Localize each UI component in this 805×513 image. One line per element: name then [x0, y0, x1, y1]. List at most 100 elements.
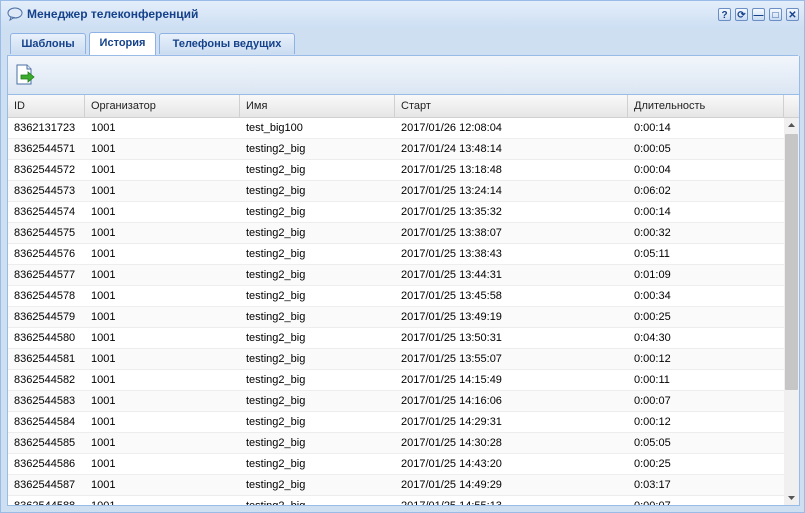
maximize-button[interactable]: □ — [769, 8, 782, 21]
cell-name: testing2_big — [246, 332, 306, 344]
cell-duration: 0:00:14 — [634, 206, 671, 218]
table-row[interactable]: 8362131723 1001 test_big100 2017/01/26 12:0… — [8, 118, 784, 139]
cell-organizer: 1001 — [91, 332, 116, 344]
table-row[interactable]: 8362544571 1001 testing2_big 2017/01/24 13:… — [8, 139, 784, 160]
cell-name: testing2_big — [246, 479, 306, 491]
table-row[interactable]: 8362544584 1001 testing2_big 2017/01/25 14:… — [8, 412, 784, 433]
cell-organizer: 1001 — [91, 479, 116, 491]
cell-id: 8362544581 — [14, 353, 76, 365]
column-header-duration[interactable]: Длительность — [628, 95, 784, 117]
refresh-button[interactable]: ⟳ — [735, 8, 748, 21]
cell-duration: 0:00:25 — [634, 311, 671, 323]
cell-duration: 0:00:12 — [634, 353, 671, 365]
table-row[interactable]: 8362544585 1001 testing2_big 2017/01/25 14:… — [8, 433, 784, 454]
cell-organizer: 1001 — [91, 290, 116, 302]
column-header-name[interactable]: Имя — [240, 95, 395, 117]
cell-name: testing2_big — [240, 496, 395, 505]
tab-templates[interactable]: Шаблоны — [10, 33, 86, 54]
cell-name: testing2_big — [246, 269, 306, 281]
table-row[interactable]: 8362544578 1001 testing2_big 2017/01/25 13:… — [8, 286, 784, 307]
cell-duration: 0:00:25 — [634, 458, 671, 470]
table-row[interactable]: 8362544587 1001 testing2_big 2017/01/25 14:… — [8, 475, 784, 496]
table-row[interactable]: 8362544577 1001 testing2_big 2017/01/25 13:… — [8, 265, 784, 286]
cell-name: testing2_big — [246, 395, 306, 407]
cell-organizer: 1001 — [91, 122, 116, 134]
cell-id: 8362544580 — [14, 332, 76, 344]
cell-duration: 0:00:14 — [634, 122, 671, 134]
table-row[interactable]: 8362544575 1001 testing2_big 2017/01/25 13:… — [8, 223, 784, 244]
cell-duration: 0:05:05 — [634, 437, 671, 449]
column-header-organizer[interactable]: Организатор — [85, 95, 240, 117]
cell-organizer: 1001 — [91, 269, 116, 281]
cell-duration: 0:00:11 — [634, 374, 670, 386]
toolbar — [8, 56, 799, 95]
cell-organizer: 1001 — [91, 458, 116, 470]
table-row[interactable]: 8362544580 1001 testing2_big 2017/01/25 13:… — [8, 328, 784, 349]
cell-name: testing2_big — [246, 437, 306, 449]
cell-start: 2017/01/25 14:43:20 — [401, 458, 502, 470]
table-row[interactable]: 83625445881001testing2_big2017/01/25 14:… — [8, 496, 784, 505]
cell-start: 2017/01/25 13:38:43 — [401, 248, 502, 260]
cell-name: testing2_big — [246, 143, 306, 155]
cell-id: 8362544578 — [14, 290, 76, 302]
table-row[interactable]: 8362544573 1001 testing2_big 2017/01/25 13:… — [8, 181, 784, 202]
cell-name: testing2_big — [246, 185, 306, 197]
column-header-id[interactable]: ID — [8, 95, 85, 117]
cell-start: 2017/01/25 13:44:31 — [401, 269, 502, 281]
close-button[interactable]: ✕ — [786, 8, 799, 21]
table-row[interactable]: 8362544574 1001 testing2_big 2017/01/25 13:… — [8, 202, 784, 223]
cell-start: 2017/01/25 14:29:31 — [401, 416, 502, 428]
table-row[interactable]: 8362544576 1001 testing2_big 2017/01/25 13:… — [8, 244, 784, 265]
cell-duration: 0:06:02 — [634, 185, 671, 197]
cell-name: testing2_big — [246, 164, 306, 176]
cell-name: testing2_big — [246, 311, 306, 323]
tab-strip: Шаблоны История Телефоны ведущих — [7, 30, 798, 56]
cell-start: 2017/01/25 14:49:29 — [401, 479, 502, 491]
cell-start: 2017/01/25 13:24:14 — [401, 185, 502, 197]
cell-name: test_big100 — [246, 122, 303, 134]
cell-id: 8362544586 — [14, 458, 76, 470]
cell-start: 2017/01/25 13:50:31 — [401, 332, 502, 344]
scroll-up-arrow-icon[interactable] — [784, 118, 799, 133]
help-button[interactable]: ? — [718, 8, 731, 21]
column-header-start[interactable]: Старт — [395, 95, 628, 117]
tab-host-phones[interactable]: Телефоны ведущих — [159, 33, 295, 54]
scroll-down-arrow-icon[interactable] — [784, 490, 799, 505]
cell-name: testing2_big — [246, 290, 306, 302]
cell-duration: 0:01:09 — [634, 269, 671, 281]
cell-id: 8362544571 — [14, 143, 76, 155]
cell-start: 2017/01/25 13:49:19 — [401, 311, 502, 323]
table-row[interactable]: 8362544582 1001 testing2_big 2017/01/25 14:… — [8, 370, 784, 391]
table-row[interactable]: 8362544572 1001 testing2_big 2017/01/25 13:… — [8, 160, 784, 181]
cell-duration: 0:05:11 — [634, 248, 670, 260]
cell-name: testing2_big — [246, 458, 306, 470]
scrollbar-thumb[interactable] — [785, 134, 798, 390]
vertical-scrollbar[interactable] — [784, 118, 799, 505]
cell-organizer: 1001 — [91, 227, 116, 239]
cell-start: 2017/01/25 13:45:58 — [401, 290, 502, 302]
table-row[interactable]: 8362544579 1001 testing2_big 2017/01/25 13:… — [8, 307, 784, 328]
table-row[interactable]: 8362544581 1001 testing2_big 2017/01/25 13:… — [8, 349, 784, 370]
cell-organizer: 1001 — [91, 416, 116, 428]
cell-duration: 0:00:32 — [634, 227, 671, 239]
title-bar[interactable]: Менеджер телеконференций ? ⟳ — □ ✕ — [1, 1, 804, 28]
window-title: Менеджер телеконференций — [27, 7, 199, 21]
cell-duration: 0:04:30 — [634, 332, 671, 344]
tab-history[interactable]: История — [89, 32, 156, 55]
cell-organizer: 1001 — [91, 353, 116, 365]
cell-organizer: 1001 — [91, 437, 116, 449]
cell-name: testing2_big — [246, 353, 306, 365]
cell-organizer: 1001 — [91, 374, 116, 386]
teleconference-manager-window: Менеджер телеконференций ? ⟳ — □ ✕ Шабло… — [0, 0, 805, 513]
cell-duration: 0:00:34 — [634, 290, 671, 302]
table-row[interactable]: 8362544583 1001 testing2_big 2017/01/25 14:… — [8, 391, 784, 412]
cell-organizer: 1001 — [91, 164, 116, 176]
cell-organizer: 1001 — [91, 395, 116, 407]
grid-body: 8362131723 1001 test_big100 2017/01/26 12:0… — [8, 118, 784, 505]
minimize-button[interactable]: — — [752, 8, 765, 21]
cell-id: 8362544576 — [14, 248, 76, 260]
export-document-icon[interactable] — [14, 64, 36, 86]
cell-name: testing2_big — [246, 206, 306, 218]
cell-id: 8362544588 — [8, 496, 85, 505]
table-row[interactable]: 8362544586 1001 testing2_big 2017/01/25 14:… — [8, 454, 784, 475]
